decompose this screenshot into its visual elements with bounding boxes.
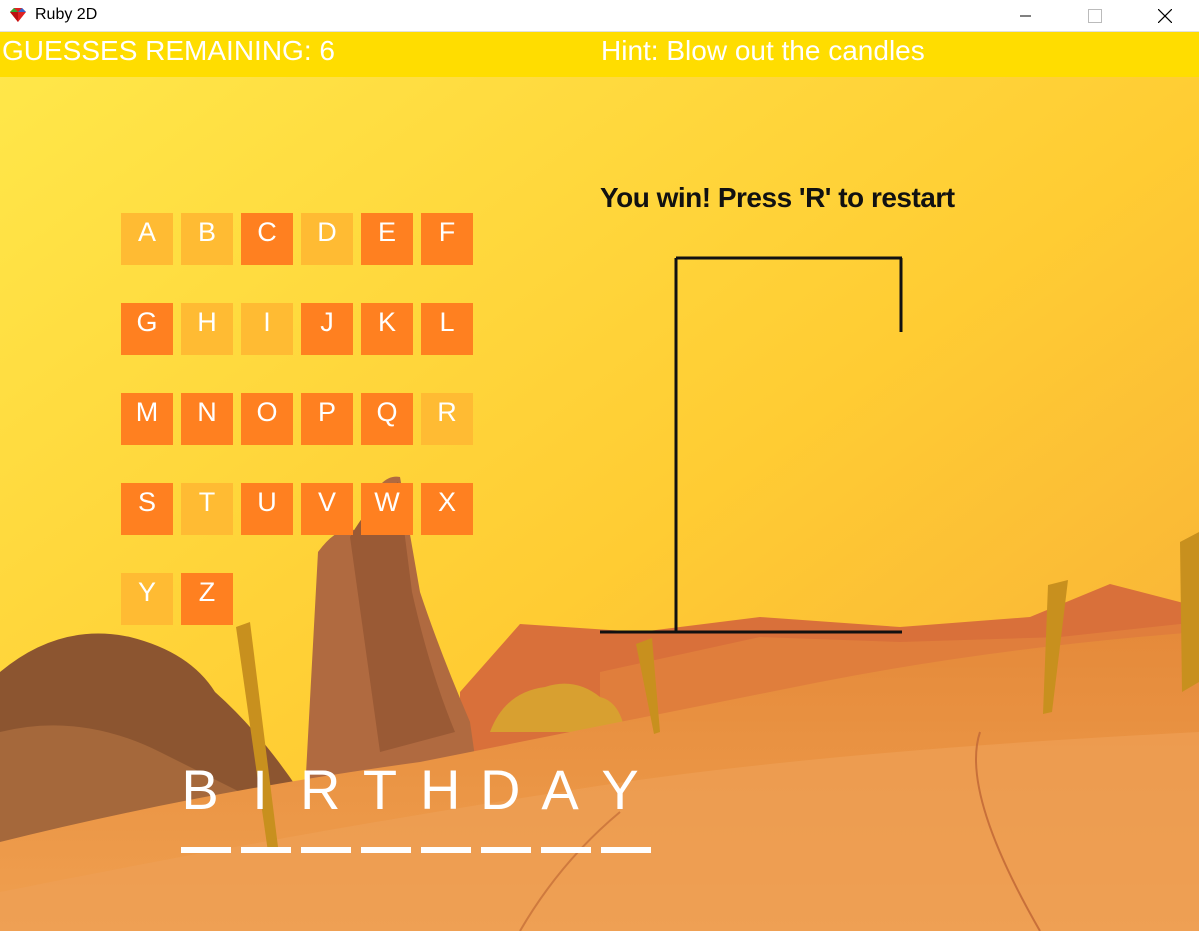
word-letter: D [480,758,521,821]
letter-tile-h[interactable]: H [181,303,233,355]
window-title: Ruby 2D [35,6,98,23]
letter-tile-l[interactable]: L [421,303,473,355]
window-titlebar: Ruby 2D [0,0,1199,32]
letter-tile-u[interactable]: U [241,483,293,535]
letter-tile-e[interactable]: E [361,213,413,265]
letter-tile-m[interactable]: M [121,393,173,445]
letter-tile-z[interactable]: Z [181,573,233,625]
word-letter: B [181,758,219,821]
letter-tile-v[interactable]: V [301,483,353,535]
letter-tile-y[interactable]: Y [121,573,173,625]
letter-tile-o[interactable]: O [241,393,293,445]
letter-underscore [541,847,591,853]
letter-tile-n[interactable]: N [181,393,233,445]
word-letter: A [541,758,579,821]
letter-tile-k[interactable]: K [361,303,413,355]
ruby2d-logo-icon [10,8,26,22]
letter-tile-b[interactable]: B [181,213,233,265]
word-letter: H [420,758,461,821]
close-button[interactable] [1142,0,1188,31]
letter-underscore [361,847,411,853]
letter-tile-a[interactable]: A [121,213,173,265]
word-letter: Y [601,758,639,821]
word-letter: T [362,758,398,821]
letter-underscore [421,847,471,853]
letter-tile-d[interactable]: D [301,213,353,265]
letter-tile-w[interactable]: W [361,483,413,535]
word-letter: I [252,758,268,821]
close-icon [1158,8,1172,23]
letter-tile-g[interactable]: G [121,303,173,355]
letter-tile-i[interactable]: I [241,303,293,355]
word-letter: R [300,758,341,821]
minimize-button[interactable] [1003,0,1049,31]
game-canvas[interactable]: GUESSES REMAINING: 6 Hint: Blow out the … [0,32,1199,931]
letter-tile-c[interactable]: C [241,213,293,265]
letter-tile-f[interactable]: F [421,213,473,265]
letter-tile-r[interactable]: R [421,393,473,445]
maximize-icon [1088,8,1102,23]
letter-underscore [181,847,231,853]
letter-tile-x[interactable]: X [421,483,473,535]
maximize-button[interactable] [1072,0,1118,31]
letter-underscore [241,847,291,853]
letter-underscore [601,847,651,853]
letter-tile-q[interactable]: Q [361,393,413,445]
letter-underscore [481,847,531,853]
letter-tile-t[interactable]: T [181,483,233,535]
letter-tile-p[interactable]: P [301,393,353,445]
letter-underscore [301,847,351,853]
letter-tile-s[interactable]: S [121,483,173,535]
letter-tile-j[interactable]: J [301,303,353,355]
minimize-icon [1020,15,1031,16]
